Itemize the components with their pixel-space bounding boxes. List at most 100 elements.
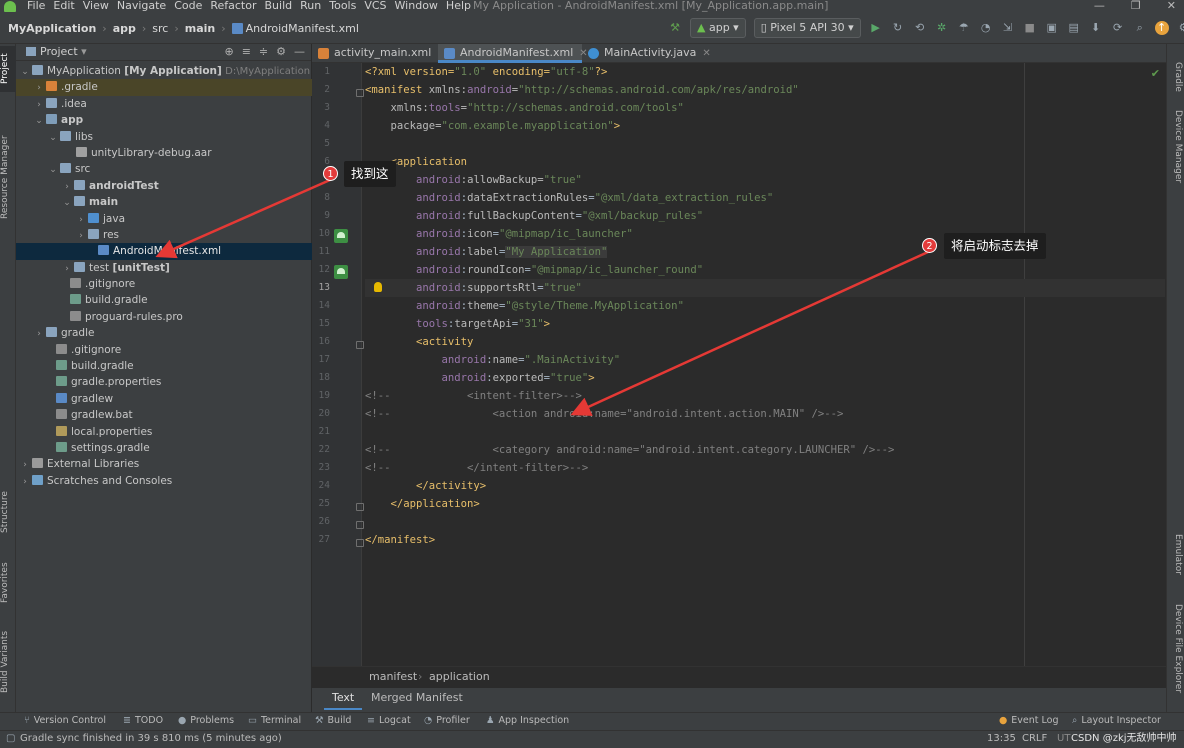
tool-tab-device-file-explorer[interactable]: Device File Explorer [1169,604,1183,693]
crumb-main[interactable]: main [185,22,216,35]
close-window-icon[interactable]: ✕ [1167,0,1176,12]
fold-icon[interactable] [356,341,364,349]
tree-item-external-libraries[interactable]: › External Libraries [16,456,312,472]
tab-androidmanifest[interactable]: AndroidManifest.xml ✕ [438,44,588,63]
tool-terminal[interactable]: ▭ Terminal [248,715,301,726]
tool-tab-emulator[interactable]: Emulator [1169,534,1183,575]
run-config-select[interactable]: ▲ app ▾ [690,18,746,38]
tool-tab-gradle[interactable]: Gradle [1169,62,1183,92]
tree-item-res[interactable]: › res [16,227,312,243]
tree-item-main[interactable]: ⌄ main [16,194,312,210]
tool-tab-device-manager[interactable]: Device Manager [1169,110,1183,183]
tree-item-root-build-gradle[interactable]: build.gradle [16,358,312,374]
tool-tab-resource-manager[interactable]: Resource Manager [0,106,16,248]
tool-tab-favorites[interactable]: Favorites [0,556,16,610]
tree-item-myapplication[interactable]: ⌄ MyApplication [My Application] D:\MyApp… [16,63,312,79]
sync-gradle-icon[interactable]: ⟳ [1111,21,1125,35]
tree-item-local-properties[interactable]: local.properties [16,424,312,440]
menu-view[interactable]: View [83,0,109,12]
tree-item-androidmanifest[interactable]: AndroidManifest.xml [16,243,312,260]
close-tab-icon[interactable]: ✕ [702,48,710,59]
tab-mainactivity[interactable]: MainActivity.java ✕ [582,44,714,63]
minimize-icon[interactable]: — [1094,0,1105,12]
status-message[interactable]: Gradle sync finished in 39 s 810 ms (5 m… [20,731,282,747]
device-select[interactable]: ▯ Pixel 5 API 30 ▾ [753,18,861,38]
tree-item-root-gitignore[interactable]: .gitignore [16,342,312,358]
menu-help[interactable]: Help [446,0,471,12]
hammer-icon[interactable]: ⚒ [668,21,682,35]
apply-code-changes-icon[interactable]: ⟲ [913,21,927,35]
crumb-project[interactable]: MyApplication [8,22,96,35]
tool-todo[interactable]: ≣ TODO [123,715,163,726]
menu-tools[interactable]: Tools [329,0,356,12]
menu-run[interactable]: Run [300,0,321,12]
tree-item-app-build-gradle[interactable]: build.gradle [16,292,312,308]
tool-problems[interactable]: ● Problems [178,715,234,726]
line-separator[interactable]: CRLF [1022,731,1047,747]
update-icon[interactable]: ↑ [1154,21,1169,35]
chevron-right-icon[interactable]: › [34,97,44,113]
fold-icon[interactable] [356,503,364,511]
chevron-down-icon[interactable]: ⌄ [48,162,58,178]
profile-icon[interactable]: ◔ [979,21,993,35]
debug-icon[interactable]: ✲ [935,21,949,35]
tree-item-androidtest[interactable]: › androidTest [16,178,312,194]
hide-icon[interactable]: — [294,44,305,60]
code-editor[interactable]: 1 2 3 4 5 6 7 8 9 10 11 12 13 14 15 16 1… [312,63,1166,666]
tab-merged-manifest[interactable]: Merged Manifest [363,688,471,710]
sdk-manager-icon[interactable]: ⬇ [1089,21,1103,35]
tree-item-java[interactable]: › java [16,211,312,227]
tree-item-app-gitignore[interactable]: .gitignore [16,276,312,292]
run-icon[interactable]: ▶ [869,21,883,35]
tree-item-gradlew[interactable]: gradlew [16,391,312,407]
chevron-right-icon[interactable]: › [62,179,72,195]
settings-gear-icon[interactable]: ⚙ [1177,21,1184,35]
tree-item-proguard[interactable]: proguard-rules.pro [16,309,312,325]
tab-text[interactable]: Text [324,688,363,710]
tool-tab-project[interactable]: Project [0,46,16,92]
tab-activity-main[interactable]: activity_main.xml✕ [312,44,446,63]
caret-position[interactable]: 13:35 [987,731,1016,747]
collapse-all-icon[interactable]: ≑ [259,44,268,60]
chevron-down-icon[interactable]: ⌄ [20,64,30,80]
search-icon[interactable]: ⌕ [1133,21,1147,35]
tool-build[interactable]: ⚒ Build [315,715,351,726]
menu-code[interactable]: Code [174,0,202,12]
fold-icon[interactable] [356,539,364,547]
menu-edit[interactable]: Edit [53,0,74,12]
chevron-right-icon[interactable]: › [62,261,72,277]
app-icon-gutter-icon[interactable] [334,229,348,243]
crumb-module[interactable]: app [113,22,136,35]
tool-tab-build-variants[interactable]: Build Variants [0,624,16,700]
tool-layout-inspector[interactable]: ⌕ Layout Inspector [1072,715,1161,726]
lightbulb-icon[interactable] [374,282,382,292]
chevron-right-icon[interactable]: › [34,326,44,342]
locate-icon[interactable]: ⊕ [224,44,233,60]
chevron-down-icon[interactable]: ⌄ [34,113,44,129]
tree-item-app[interactable]: ⌄ app [16,112,312,128]
apply-changes-icon[interactable]: ↻ [891,21,905,35]
tree-item-gradlew-bat[interactable]: gradlew.bat [16,407,312,423]
menu-window[interactable]: Window [395,0,438,12]
tool-tab-structure[interactable]: Structure [0,484,16,540]
chevron-down-icon[interactable]: ⌄ [48,130,58,146]
tree-item-scratches[interactable]: › Scratches and Consoles [16,473,312,489]
chevron-right-icon[interactable]: › [76,212,86,228]
chevron-right-icon[interactable]: › [34,80,44,96]
chevron-down-icon[interactable]: ⌄ [62,195,72,211]
tree-item-unitylibrary-aar[interactable]: unityLibrary-debug.aar [16,145,312,161]
tree-item-gradle-hidden[interactable]: › .gradle [16,79,312,96]
crumb-application[interactable]: application [429,667,490,687]
project-view-select[interactable]: Project [40,45,78,58]
restore-icon[interactable]: ❐ [1131,0,1141,12]
crumb-file[interactable]: AndroidManifest.xml [246,22,359,35]
tree-item-settings-gradle[interactable]: settings.gradle [16,440,312,456]
tree-item-test[interactable]: › test [unitTest] [16,260,312,276]
stop-icon[interactable]: ■ [1023,21,1037,35]
tool-app-inspection[interactable]: ♟ App Inspection [486,715,569,726]
menu-file[interactable]: File [27,0,45,12]
chevron-right-icon[interactable]: › [20,457,30,473]
avd-manager-icon[interactable]: ▤ [1067,21,1081,35]
round-icon-gutter-icon[interactable] [334,265,348,279]
tree-item-idea[interactable]: › .idea [16,96,312,112]
